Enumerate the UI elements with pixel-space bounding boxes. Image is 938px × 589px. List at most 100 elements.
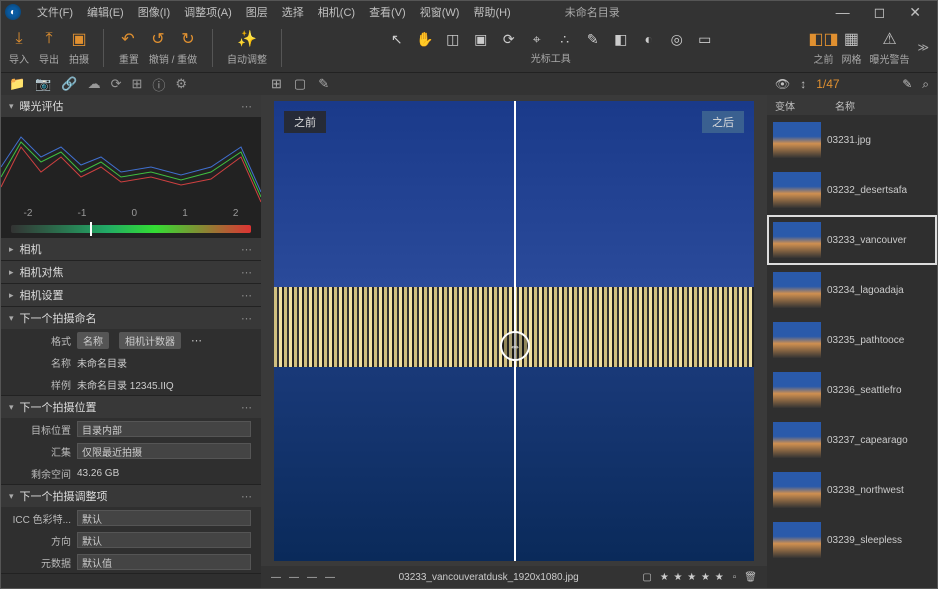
tab-library-icon[interactable]: 📁	[9, 76, 25, 92]
rotate-tool-icon[interactable]: ⟳	[500, 30, 518, 48]
grid-icon[interactable]: ▦	[841, 29, 861, 49]
tab-settings-icon[interactable]: ⚙	[175, 76, 187, 92]
menu-view[interactable]: 查看(V)	[363, 2, 412, 22]
undo-icon[interactable]: ↺	[148, 29, 168, 49]
menu-help[interactable]: 帮助(H)	[467, 2, 516, 22]
tag-icon[interactable]: ▢	[642, 572, 651, 583]
close-button[interactable]: ✕	[903, 2, 927, 23]
warn-icon[interactable]: ⚠	[879, 29, 899, 49]
section-naming-header[interactable]: ▾下一个拍摄命名⋯	[1, 307, 261, 329]
view-grid-icon[interactable]: ⊞	[271, 76, 282, 92]
counter-tag[interactable]: 相机计数器	[119, 332, 181, 349]
radial-tool-icon[interactable]: ◎	[668, 30, 686, 48]
thumbnail-item[interactable]: 03236_seattlefro	[767, 365, 937, 415]
section-settings-header[interactable]: ▸相机设置⋯	[1, 284, 261, 306]
menu-edit[interactable]: 编辑(E)	[81, 2, 130, 22]
preview-area[interactable]: 之前 之后 ⇔	[261, 95, 767, 566]
import-icon[interactable]: ⤓	[9, 29, 29, 49]
nav-first-icon[interactable]: —	[271, 572, 281, 583]
gradient-tool-icon[interactable]: ◐	[640, 30, 658, 48]
thumbnail-item[interactable]: 03239_sleepless	[767, 515, 937, 565]
reset-icon[interactable]: ↶	[118, 29, 138, 49]
section-menu-icon[interactable]: ⋯	[241, 243, 253, 256]
hand-tool-icon[interactable]: ✋	[416, 30, 434, 48]
section-menu-icon[interactable]: ⋯	[241, 490, 253, 503]
minimize-button[interactable]: —	[830, 2, 856, 23]
thumbnail-item[interactable]: 03237_capearago	[767, 415, 937, 465]
tab-link-icon[interactable]: 🔗	[61, 76, 77, 92]
export-icon[interactable]: ⤒	[39, 29, 59, 49]
crop-tool-icon[interactable]: ▣	[472, 30, 490, 48]
section-menu-icon[interactable]: ⋯	[241, 289, 253, 302]
section-menu-icon[interactable]: ⋯	[241, 401, 253, 414]
thumbnail-item[interactable]: 03235_pathtooce	[767, 315, 937, 365]
tab-grid-icon[interactable]: ⊞	[131, 76, 142, 92]
keystone-tool-icon[interactable]: ⌖	[528, 30, 546, 48]
icc-select[interactable]: 默认	[77, 510, 251, 526]
view-wand-icon[interactable]: ✎	[318, 76, 329, 92]
erase-tool-icon[interactable]: ◧	[612, 30, 630, 48]
thumbnail-item[interactable]: 03233_vancouver	[767, 215, 937, 265]
thumbnail-item[interactable]: 03232_desertsafa	[767, 165, 937, 215]
dir-select[interactable]: 默认	[77, 532, 251, 548]
exposure-slider[interactable]	[11, 225, 251, 233]
target-select[interactable]: 目录内部	[77, 421, 251, 437]
before-after-icon[interactable]: ◧◨	[813, 29, 833, 49]
menu-camera[interactable]: 相机(C)	[312, 2, 361, 22]
sort-icon[interactable]: ↕	[800, 77, 806, 91]
autoadjust-icon[interactable]: ✨	[237, 29, 257, 49]
pointer-tool-icon[interactable]: ↖	[388, 30, 406, 48]
compare-slider[interactable]: ⇔	[514, 101, 516, 561]
nav-next-icon[interactable]: —	[307, 572, 317, 583]
name-tag[interactable]: 名称	[77, 332, 109, 349]
thumbnail-item[interactable]: 03234_lagoadaja	[767, 265, 937, 315]
eye-icon[interactable]: 👁	[775, 77, 790, 91]
spot-tool-icon[interactable]: ∴	[556, 30, 574, 48]
rating-stars[interactable]: ★ ★ ★ ★ ★	[660, 572, 725, 583]
menu-layer[interactable]: 图层	[240, 2, 274, 22]
color-tag-icon[interactable]: ▫	[733, 572, 737, 583]
trash-icon[interactable]: 🗑	[744, 572, 757, 583]
section-menu-icon[interactable]: ⋯	[241, 312, 253, 325]
menu-adjust[interactable]: 调整项(A)	[178, 2, 238, 22]
section-menu-icon[interactable]: ⋯	[241, 100, 253, 113]
thumbnail-item[interactable]: 03231.jpg	[767, 115, 937, 165]
col-variant[interactable]: 变体	[767, 98, 827, 113]
col-name[interactable]: 名称	[827, 98, 863, 113]
collect-label: 汇集	[11, 444, 71, 459]
nav-prev-icon[interactable]: —	[289, 572, 299, 583]
view-single-icon[interactable]: ▢	[294, 76, 306, 92]
name-value[interactable]: 未命名目录	[77, 355, 251, 370]
section-focus-header[interactable]: ▸相机对焦⋯	[1, 261, 261, 283]
meta-select[interactable]: 默认值	[77, 554, 251, 570]
thumbnail-item[interactable]: 03238_northwest	[767, 465, 937, 515]
nav-last-icon[interactable]: —	[325, 572, 335, 583]
format-menu-icon[interactable]: ⋯	[191, 334, 202, 347]
thumbnail-name: 03239_sleepless	[827, 535, 902, 546]
capture-icon[interactable]: ▣	[69, 29, 89, 49]
maximize-button[interactable]: ◻	[868, 2, 892, 23]
redo-icon[interactable]: ↻	[178, 29, 198, 49]
more-icon[interactable]: ≫	[917, 41, 929, 54]
section-camera-header[interactable]: ▸相机⋯	[1, 238, 261, 260]
search-icon[interactable]: ⌕	[922, 77, 929, 92]
slider-handle-icon[interactable]: ⇔	[500, 331, 530, 361]
section-menu-icon[interactable]: ⋯	[241, 266, 253, 279]
tab-info-icon[interactable]: ⓘ	[152, 75, 165, 94]
menu-image[interactable]: 图像(I)	[132, 2, 176, 22]
menu-select[interactable]: 选择	[276, 2, 310, 22]
filter-icon[interactable]: ✎	[902, 77, 912, 91]
menu-file[interactable]: 文件(F)	[31, 2, 79, 22]
section-location-header[interactable]: ▾下一个拍摄位置⋯	[1, 396, 261, 418]
section-adjust-header[interactable]: ▾下一个拍摄调整项⋯	[1, 485, 261, 507]
tab-capture-icon[interactable]: 📷	[35, 76, 51, 92]
section-exposure-header[interactable]: ▾ 曝光评估 ⋯	[1, 95, 261, 117]
hist-tick: 0	[132, 208, 138, 219]
brush-tool-icon[interactable]: ✎	[584, 30, 602, 48]
loupe-tool-icon[interactable]: ◫	[444, 30, 462, 48]
annotation-tool-icon[interactable]: ▭	[696, 30, 714, 48]
tab-refresh-icon[interactable]: ⟳	[111, 76, 122, 92]
collect-select[interactable]: 仅限最近拍摄	[77, 443, 251, 459]
tab-cloud-icon[interactable]: ☁	[88, 76, 101, 92]
menu-window[interactable]: 视窗(W)	[414, 2, 466, 22]
